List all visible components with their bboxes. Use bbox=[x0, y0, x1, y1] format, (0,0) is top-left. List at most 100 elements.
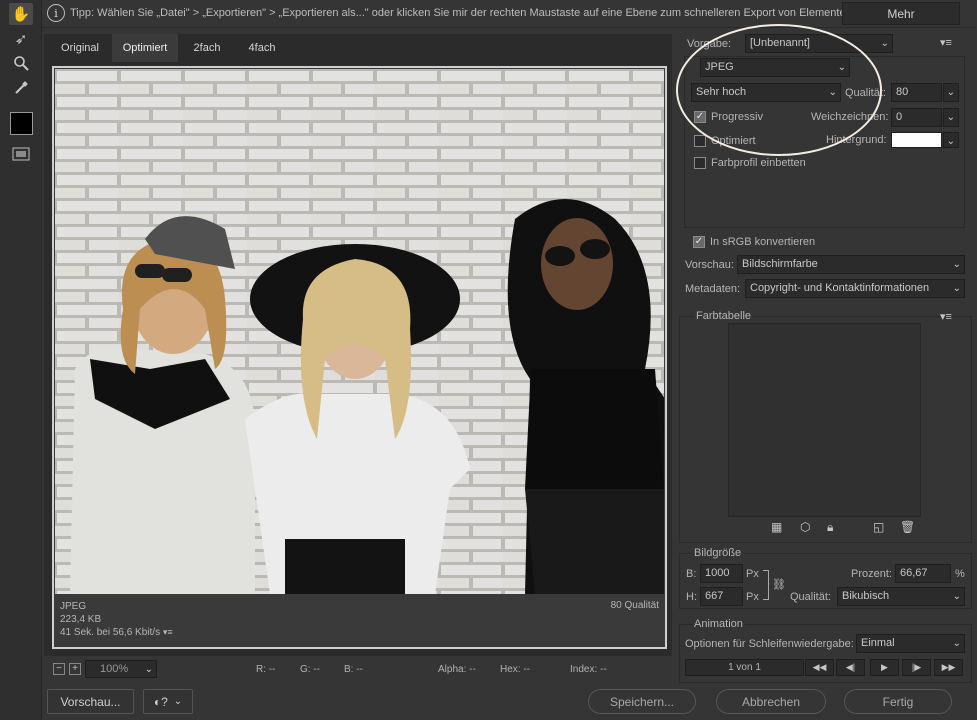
tab-4up[interactable]: 4fach bbox=[234, 34, 290, 62]
matte-select-button[interactable]: ⌄ bbox=[943, 132, 959, 148]
chevron-down-icon: ⌄ bbox=[952, 591, 961, 602]
image-info: JPEG 223,4 KB 41 Sek. bei 56,6 Kbit/s ▾≡ bbox=[60, 600, 173, 639]
constrain-bracket bbox=[763, 570, 769, 600]
height-unit: Px bbox=[746, 591, 759, 603]
readout-alpha: Alpha: -- bbox=[438, 664, 476, 675]
status-bar: − + 100% ⌄ R: -- G: -- B: -- Alpha: -- H… bbox=[44, 658, 672, 682]
width-input[interactable]: 1000 bbox=[700, 564, 743, 583]
preview-mode-label: Vorschau: bbox=[685, 259, 734, 271]
width-label: B: bbox=[686, 568, 697, 580]
first-frame-button[interactable]: ◀◀ bbox=[805, 659, 834, 676]
cancel-button[interactable]: Abbrechen bbox=[716, 689, 826, 714]
next-frame-button[interactable]: |▶ bbox=[902, 659, 931, 676]
zoom-icon[interactable] bbox=[9, 52, 33, 74]
frame-counter: 1 von 1 bbox=[685, 659, 804, 676]
eyedropper-icon[interactable] bbox=[9, 77, 33, 99]
image-quality-info: 80 Qualität bbox=[610, 600, 659, 611]
download-menu-icon[interactable]: ▾≡ bbox=[163, 627, 173, 637]
chevron-down-icon: ⌄ bbox=[946, 112, 955, 123]
loop-options-value: Einmal bbox=[861, 637, 895, 649]
color-table-title: Farbtabelle bbox=[694, 310, 754, 322]
readout-g: G: -- bbox=[300, 664, 320, 675]
slice-select-icon[interactable]: ➶ bbox=[9, 28, 33, 50]
animation-title: Animation bbox=[692, 618, 745, 630]
lock-icon[interactable]: 🔒︎ bbox=[827, 520, 833, 535]
loop-options-select[interactable]: Einmal ⌄ bbox=[856, 634, 965, 653]
resample-quality-label: Qualität: bbox=[790, 591, 831, 603]
srgb-checkbox[interactable]: ✓ bbox=[693, 236, 705, 248]
percent-label: Prozent: bbox=[851, 568, 892, 580]
tab-optimized[interactable]: Optimiert bbox=[112, 34, 178, 62]
preview-mode-value: Bildschirmfarbe bbox=[742, 258, 818, 270]
highlight-circle bbox=[676, 24, 882, 156]
chevron-down-icon: ⌄ bbox=[952, 638, 961, 649]
height-input[interactable]: 667 bbox=[700, 587, 743, 606]
color-table-grid bbox=[728, 323, 921, 517]
loop-options-label: Optionen für Schleifenwiedergabe: bbox=[685, 638, 854, 650]
readout-hex: Hex: -- bbox=[500, 664, 530, 675]
percent-unit: % bbox=[955, 568, 965, 580]
web-snap-icon[interactable]: ⬡ bbox=[800, 520, 810, 534]
chevron-down-icon: ⌄ bbox=[173, 696, 183, 707]
metadata-label: Metadaten: bbox=[685, 283, 741, 295]
height-label: H: bbox=[686, 591, 697, 603]
hand-icon[interactable]: ✋ bbox=[9, 3, 33, 25]
zoom-level-select[interactable]: 100% ⌄ bbox=[85, 660, 157, 678]
metadata-select[interactable]: Copyright- und Kontaktinformationen ⌄ bbox=[745, 279, 965, 298]
last-frame-button[interactable]: ▶▶ bbox=[934, 659, 963, 676]
play-button[interactable]: ▶ bbox=[870, 659, 899, 676]
blur-slider-button[interactable]: ⌄ bbox=[943, 108, 959, 127]
zoom-in-button[interactable]: + bbox=[69, 663, 81, 675]
percent-input[interactable]: 66,67 bbox=[895, 564, 951, 583]
zoom-out-button[interactable]: − bbox=[53, 663, 65, 675]
matte-color-swatch[interactable] bbox=[891, 132, 942, 148]
srgb-label: In sRGB konvertieren bbox=[710, 236, 816, 248]
metadata-value: Copyright- und Kontaktinformationen bbox=[750, 282, 930, 294]
resample-quality-select[interactable]: Bikubisch ⌄ bbox=[837, 587, 965, 606]
image-size-title: Bildgröße bbox=[692, 547, 744, 559]
eyedropper-color-swatch[interactable] bbox=[10, 112, 33, 135]
chevron-down-icon: ⌄ bbox=[880, 38, 889, 49]
embed-profile-label: Farbprofil einbetten bbox=[711, 157, 806, 169]
download-time: 41 Sek. bei 56,6 Kbit/s ▾≡ bbox=[60, 627, 173, 638]
color-table-menu-icon[interactable]: ▾≡ bbox=[940, 310, 952, 323]
preview-mode-select[interactable]: Bildschirmfarbe ⌄ bbox=[737, 255, 965, 274]
zoom-level-value: 100% bbox=[100, 663, 129, 675]
settings-menu-icon[interactable]: ▾≡ bbox=[940, 36, 952, 49]
optimized-image-pane[interactable]: JPEG 223,4 KB 41 Sek. bei 56,6 Kbit/s ▾≡… bbox=[52, 66, 667, 649]
browser-select-button[interactable]: ◐? ⌄ bbox=[143, 689, 193, 714]
preview-area: Original Optimiert 2fach 4fach JPEG 223,… bbox=[44, 34, 672, 656]
chevron-down-icon: ⌄ bbox=[946, 87, 955, 98]
embed-profile-checkbox[interactable] bbox=[694, 157, 706, 169]
resample-quality-value: Bikubisch bbox=[842, 590, 890, 602]
tab-original[interactable]: Original bbox=[48, 34, 112, 62]
link-icon[interactable]: ⛓︎ bbox=[772, 578, 786, 591]
chevron-down-icon: ⌄ bbox=[946, 136, 955, 147]
browser-preview-icon: ◐? bbox=[153, 694, 168, 709]
save-button[interactable]: Speichern... bbox=[588, 689, 696, 714]
more-button[interactable]: Mehr bbox=[842, 2, 960, 25]
done-button[interactable]: Fertig bbox=[844, 689, 952, 714]
new-color-icon[interactable]: ◱ bbox=[873, 520, 884, 534]
preview-in-browser-button[interactable]: Vorschau... bbox=[47, 689, 134, 714]
tool-strip: ✋ ➶ bbox=[0, 0, 42, 720]
quality-slider-button[interactable]: ⌄ bbox=[943, 83, 959, 102]
tip-text: Tipp: Wählen Sie „Datei" > „Exportieren"… bbox=[70, 7, 852, 19]
optimized-checkbox[interactable] bbox=[694, 135, 706, 147]
readout-b: B: -- bbox=[344, 664, 363, 675]
tab-2up[interactable]: 2fach bbox=[180, 34, 234, 62]
blur-input[interactable]: 0 bbox=[891, 108, 942, 127]
preview-photo bbox=[55, 69, 664, 594]
image-format: JPEG bbox=[60, 601, 87, 612]
previous-frame-button[interactable]: ◀| bbox=[836, 659, 865, 676]
trash-icon[interactable]: 🗑︎ bbox=[900, 520, 915, 534]
chevron-down-icon: ⌄ bbox=[952, 283, 961, 294]
tip-bar: i Tipp: Wählen Sie „Datei" > „Exportiere… bbox=[42, 0, 977, 28]
toggle-slices-icon[interactable] bbox=[9, 143, 33, 165]
readout-r: R: -- bbox=[256, 664, 276, 675]
image-file-size: 223,4 KB bbox=[60, 614, 102, 625]
map-transparency-icon[interactable]: ▦ bbox=[771, 520, 782, 534]
chevron-down-icon: ⌄ bbox=[144, 664, 153, 675]
quality-input[interactable]: 80 bbox=[891, 83, 942, 102]
info-icon: i bbox=[47, 4, 65, 22]
